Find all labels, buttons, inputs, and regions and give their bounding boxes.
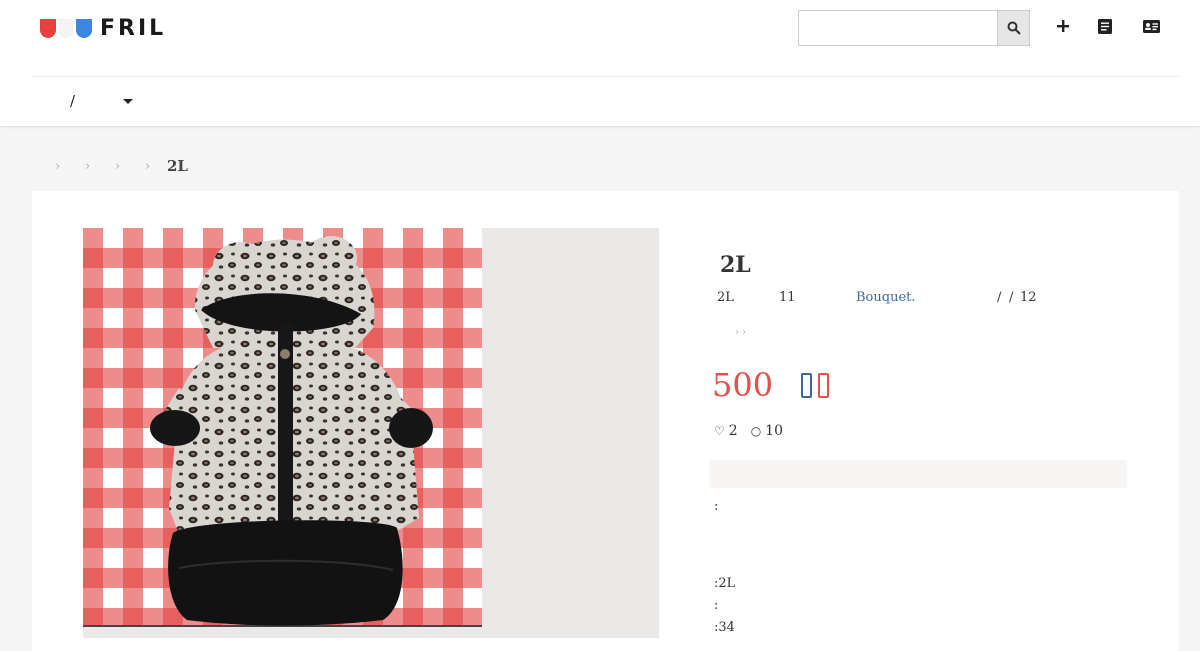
like-count: 2 xyxy=(728,423,738,439)
todo-button[interactable] xyxy=(1095,16,1115,36)
breadcrumb-separator: › xyxy=(115,158,121,174)
shipping-badge-red xyxy=(818,373,829,398)
leopard-jacket-illustration xyxy=(150,236,433,626)
category-nav-separator: / xyxy=(70,92,76,110)
breadcrumb: › › › › 2L xyxy=(55,157,188,175)
item-brand-link[interactable]: Bouquet. xyxy=(856,290,916,305)
breadcrumb-separator: › xyxy=(85,158,91,174)
seller-link-arrows[interactable]: › › xyxy=(735,327,746,338)
site-header: FRIL / xyxy=(0,0,1200,127)
shipping-badge-blue xyxy=(801,373,812,398)
search-icon xyxy=(1007,21,1021,35)
item-photo-frame[interactable] xyxy=(83,228,659,638)
logo-white-block xyxy=(58,18,74,38)
heart-icon[interactable]: ♡ xyxy=(714,424,725,438)
description-line: : xyxy=(714,499,719,514)
breadcrumb-separator: › xyxy=(145,158,151,174)
sell-button[interactable] xyxy=(1053,16,1073,36)
item-condition: 11 xyxy=(779,290,796,305)
search-button[interactable] xyxy=(997,11,1029,45)
document-icon xyxy=(1098,18,1112,34)
logo-red-block xyxy=(40,18,56,38)
id-card-icon xyxy=(1142,19,1160,33)
description-line: :34 xyxy=(714,620,735,635)
breadcrumb-current: 2L xyxy=(167,157,188,175)
search-bar xyxy=(798,10,1030,46)
item-price: 500 xyxy=(712,366,774,404)
date-separator: / xyxy=(997,290,1002,305)
comment-icon[interactable]: ○ xyxy=(751,424,761,438)
plus-icon xyxy=(1057,20,1069,32)
fril-logo[interactable]: FRIL xyxy=(40,15,167,41)
description-header-bar xyxy=(709,460,1127,488)
item-size: 2L xyxy=(717,290,734,305)
date-separator: / xyxy=(1009,290,1014,305)
comment-count: 10 xyxy=(765,423,783,439)
logo-blue-block xyxy=(76,18,92,38)
breadcrumb-separator: › xyxy=(55,158,61,174)
description-line: :2L xyxy=(714,576,736,591)
caret-down-icon[interactable] xyxy=(123,99,133,104)
description-line: : xyxy=(714,598,719,613)
mypage-button[interactable] xyxy=(1141,16,1161,36)
item-title: 2L xyxy=(720,252,751,278)
header-divider xyxy=(32,76,1180,77)
item-date: 12 xyxy=(1020,290,1037,305)
item-photo[interactable] xyxy=(83,228,482,627)
search-input[interactable] xyxy=(799,11,997,45)
engagement-stats: ♡ 2 ○ 10 xyxy=(714,423,783,439)
logo-text: FRIL xyxy=(100,15,167,41)
